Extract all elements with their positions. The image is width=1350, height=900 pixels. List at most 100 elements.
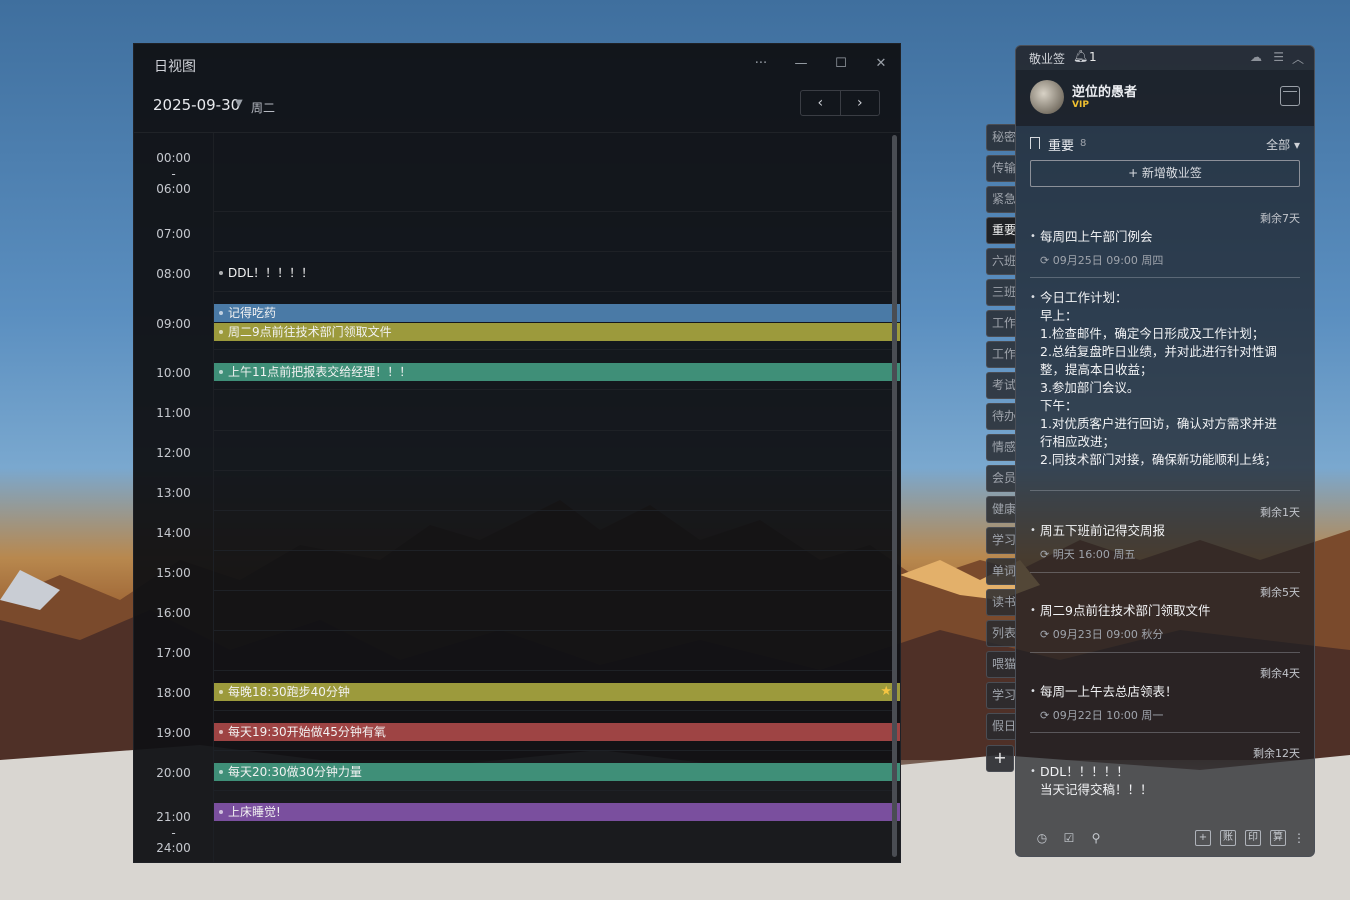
event-item[interactable]: 每天19:30开始做45分钟有氧 [214,723,900,741]
prev-day-button[interactable]: ‹ [801,91,841,115]
date-nav: ‹ › [800,90,880,116]
app-title: 敬业签 [1029,52,1066,66]
tab-category[interactable]: 三班 [986,279,1016,306]
tab-category[interactable]: 情感 [986,434,1016,461]
scrollbar[interactable] [892,135,897,857]
menu-icon[interactable]: ☰ [1273,50,1284,64]
clock-icon[interactable]: ◷ [1034,830,1050,846]
new-note-button[interactable]: + 新增敬业签 [1030,160,1300,187]
tab-category-active[interactable]: 重要 [986,217,1016,244]
note-line: 行相应改进； [1040,434,1116,449]
tab-category[interactable]: 喂猫 [986,651,1016,678]
section-count: 8 [1080,138,1087,149]
note-item[interactable]: 剩余1天 周五下班前记得交周报 ⟳ 明天 16:00 周五 [1030,504,1300,570]
event-label: 每天19:30开始做45分钟有氧 [228,725,386,739]
note-item[interactable]: 剩余4天 每周一上午去总店领表！ ⟳ 09月22日 10:00 周一 [1030,665,1300,731]
note-item[interactable]: 剩余7天 每周四上午部门例会 ⟳ 09月25日 09:00 周四 [1030,210,1300,280]
note-reminder: ⟳ 09月23日 09:00 秋分 [1040,628,1164,641]
ledger-icon[interactable]: 账 [1220,830,1236,846]
hour-divider [214,550,892,551]
time-label: 11:00 [156,406,191,420]
tab-category[interactable]: 紧急 [986,186,1016,213]
event-label: 每天20:30做30分钟力量 [228,765,362,779]
cloud-sync-icon[interactable]: ☁ [1250,50,1262,64]
time-label: 09:00 [156,317,191,331]
print-icon[interactable]: 印 [1245,830,1261,846]
add-tab-button[interactable]: + [986,745,1014,772]
search-icon[interactable]: ⚲ [1088,830,1104,846]
tab-category[interactable]: 考试 [986,372,1016,399]
collapse-icon[interactable]: ︿ [1292,50,1304,67]
time-label: 21:00 [156,810,191,824]
note-text: 每周一上午去总店领表！ [1030,683,1300,701]
event-item[interactable]: 上床睡觉! [214,803,900,821]
event-item[interactable]: 记得吃药 [214,304,900,322]
tab-category[interactable]: 工作 [986,310,1016,337]
time-label: 12:00 [156,446,191,460]
event-item[interactable]: 周二9点前往技术部门领取文件 [214,323,900,341]
date-picker[interactable]: 2025-09-30 [153,96,240,114]
checklist-icon[interactable]: ☑ [1061,830,1077,846]
event-label: 上床睡觉! [228,805,281,819]
tab-category[interactable]: 会员 [986,465,1016,492]
time-label: 15:00 [156,566,191,580]
tab-category[interactable]: 假日 [986,713,1016,740]
hour-divider [214,389,892,390]
time-label: 19:00 [156,726,191,740]
note-item[interactable]: 今日工作计划： 早上： 1.检查邮件，确定今日形成及工作计划； 2.总结复盘昨日… [1030,289,1300,477]
bell-icon[interactable]: 🔔︎ [1073,49,1088,63]
event-item[interactable]: 每天20:30做30分钟力量 [214,763,900,781]
hour-divider [214,670,892,671]
tab-category[interactable]: 列表 [986,620,1016,647]
repeat-icon: ⟳ [1040,709,1053,722]
calendar-icon[interactable] [1280,86,1300,106]
close-button[interactable]: ✕ [871,54,891,74]
note-text: 周二9点前往技术部门领取文件 [1030,602,1300,620]
tab-category[interactable]: 学习 [986,682,1016,709]
tab-category[interactable]: 工作 [986,341,1016,368]
note-line: 今日工作计划： [1040,290,1128,305]
tab-category[interactable]: 待办 [986,403,1016,430]
note-item[interactable]: 剩余5天 周二9点前往技术部门领取文件 ⟳ 09月23日 09:00 秋分 [1030,584,1300,650]
tab-category[interactable]: 传输 [986,155,1016,182]
more-options-button[interactable]: ··· [751,54,771,74]
event-label: 周二9点前往技术部门领取文件 [228,325,392,339]
divider [1030,490,1300,491]
time-label: 17:00 [156,646,191,660]
tab-category[interactable]: 学习 [986,527,1016,554]
calculator-icon[interactable]: 算 [1270,830,1286,846]
more-vertical-icon[interactable]: ⋮ [1291,830,1307,846]
time-label: 18:00 [156,686,191,700]
remaining-days: 剩余4天 [1260,667,1300,680]
time-label: 16:00 [156,606,191,620]
user-name: 逆位的愚者 [1072,85,1138,100]
event-item[interactable]: DDL！！！！！ [214,264,900,282]
hour-divider [214,790,892,791]
maximize-button[interactable]: ☐ [831,54,851,74]
star-icon: ★ [880,684,892,699]
tab-category[interactable]: 六班 [986,248,1016,275]
chevron-down-icon[interactable]: ▼ [235,98,243,109]
tab-category[interactable]: 单词 [986,558,1016,585]
add-icon[interactable]: + [1195,830,1211,846]
tab-category[interactable]: 读书 [986,589,1016,616]
minimize-button[interactable]: — [791,54,811,74]
event-label: 上午11点前把报表交给经理！！！ [228,365,412,379]
title-bar: 日视图 ··· — ☐ ✕ [134,44,900,84]
note-text: 周五下班前记得交周报 [1030,522,1300,540]
filter-dropdown[interactable]: 全部 ▾ [1266,136,1300,153]
user-bar: 逆位的愚者 VIP [1016,70,1314,126]
tab-category[interactable]: 健康 [986,496,1016,523]
time-label: 14:00 [156,526,191,540]
next-day-button[interactable]: › [841,91,880,115]
note-item[interactable]: 剩余12天 DDL！！！！！ 当天记得交稿！！！ [1030,745,1300,817]
tab-category[interactable]: 秘密 [986,124,1016,151]
time-label: 07:00 [156,227,191,241]
event-item[interactable]: 每晚18:30跑步40分钟 ★ [214,683,900,701]
weekday-label: 周二 [251,101,276,115]
time-label: 10:00 [156,366,191,380]
event-item[interactable]: 上午11点前把报表交给经理！！！ [214,363,900,381]
divider [1030,652,1300,653]
avatar[interactable] [1030,80,1064,114]
note-line: 下午： [1040,398,1078,413]
